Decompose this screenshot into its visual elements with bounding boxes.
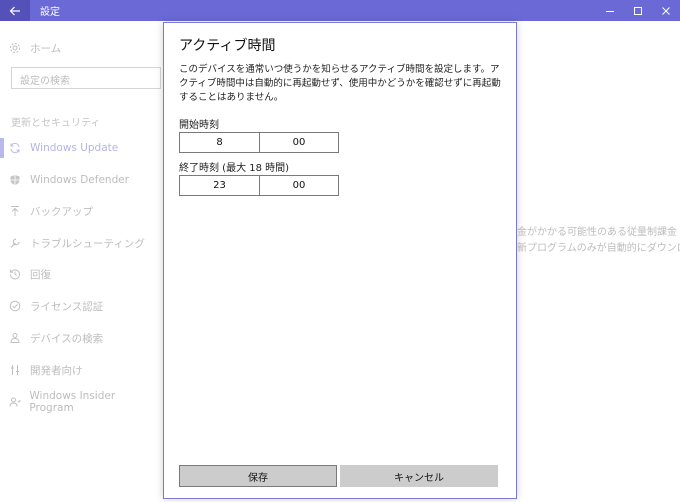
sidebar-item-insider[interactable]: Windows Insider Program <box>0 390 160 414</box>
sidebar-item-label: 開発者向け <box>30 364 83 377</box>
person-pin-icon <box>0 332 30 344</box>
sidebar-item-activation[interactable]: ライセンス認証 <box>0 296 103 316</box>
end-hour-field[interactable]: 23 <box>180 176 259 195</box>
developer-tools-icon <box>0 364 30 376</box>
sidebar-item-find-device[interactable]: デバイスの検索 <box>0 328 103 348</box>
background-text-line-2: 新プログラムのみが自動的にダウンロー <box>517 243 680 254</box>
sidebar-item-windows-defender[interactable]: Windows Defender <box>0 170 129 190</box>
maximize-button[interactable] <box>624 0 652 21</box>
window-controls <box>596 0 680 21</box>
sidebar-item-label: ホーム <box>30 42 62 55</box>
cancel-button[interactable]: キャンセル <box>340 465 498 487</box>
sidebar: ホーム 設定の検索 更新とセキュリティ Windows Update Windo… <box>0 21 161 502</box>
end-time-label: 終了時刻 (最大 18 時間) <box>179 163 290 174</box>
minimize-icon <box>606 10 614 12</box>
wrench-icon <box>0 237 30 249</box>
active-hours-dialog: アクティブ時間 このデバイスを通常いつ使うかを知らせるアクティブ時間を設定します… <box>163 22 517 499</box>
end-time-picker[interactable]: 23 00 <box>179 175 339 196</box>
sidebar-item-label: Windows Defender <box>30 174 130 186</box>
sidebar-item-recovery[interactable]: 回復 <box>0 264 51 284</box>
sidebar-item-developers[interactable]: 開発者向け <box>0 360 83 380</box>
history-icon <box>0 268 30 280</box>
close-button[interactable] <box>652 0 680 21</box>
sync-icon <box>0 142 30 154</box>
back-button[interactable] <box>0 0 30 21</box>
search-input[interactable]: 設定の検索 <box>11 67 161 89</box>
shield-icon <box>0 174 30 186</box>
start-minute-field[interactable]: 00 <box>259 133 338 152</box>
start-hour-field[interactable]: 8 <box>180 133 259 152</box>
background-text-line-1: 金がかかる可能性のある従量制課金 <box>517 227 677 238</box>
dialog-description: このデバイスを通常いつ使うかを知らせるアクティブ時間を設定します。アクティブ時間… <box>179 64 501 103</box>
window-title: 設定 <box>40 7 60 18</box>
sidebar-item-label: バックアップ <box>30 205 93 218</box>
gear-icon <box>0 42 30 54</box>
upload-arrow-icon <box>0 205 30 217</box>
sidebar-item-label: デバイスの検索 <box>30 332 104 345</box>
maximize-icon <box>634 6 642 15</box>
sidebar-item-home[interactable]: ホーム <box>0 38 61 58</box>
sidebar-item-windows-update[interactable]: Windows Update <box>0 138 118 158</box>
sidebar-item-label: Windows Insider Program <box>29 390 116 414</box>
dialog-title: アクティブ時間 <box>179 38 276 54</box>
insider-icon <box>0 396 29 408</box>
minimize-button[interactable] <box>596 0 624 21</box>
sidebar-item-label: 回復 <box>30 268 51 281</box>
check-circle-icon <box>0 300 30 312</box>
section-title: 更新とセキュリティ <box>11 118 101 129</box>
sidebar-item-label: トラブルシューティング <box>30 237 145 250</box>
sidebar-item-backup[interactable]: バックアップ <box>0 201 93 221</box>
end-minute-field[interactable]: 00 <box>259 176 338 195</box>
sidebar-item-label: ライセンス認証 <box>30 300 104 313</box>
arrow-left-icon <box>9 6 20 15</box>
sidebar-item-troubleshoot[interactable]: トラブルシューティング <box>0 233 145 253</box>
save-button[interactable]: 保存 <box>179 465 337 487</box>
start-time-label: 開始時刻 <box>179 120 219 131</box>
title-bar: 設定 <box>0 0 680 21</box>
sidebar-item-label: Windows Update <box>30 142 119 154</box>
close-icon <box>662 6 670 15</box>
start-time-picker[interactable]: 8 00 <box>179 132 339 153</box>
